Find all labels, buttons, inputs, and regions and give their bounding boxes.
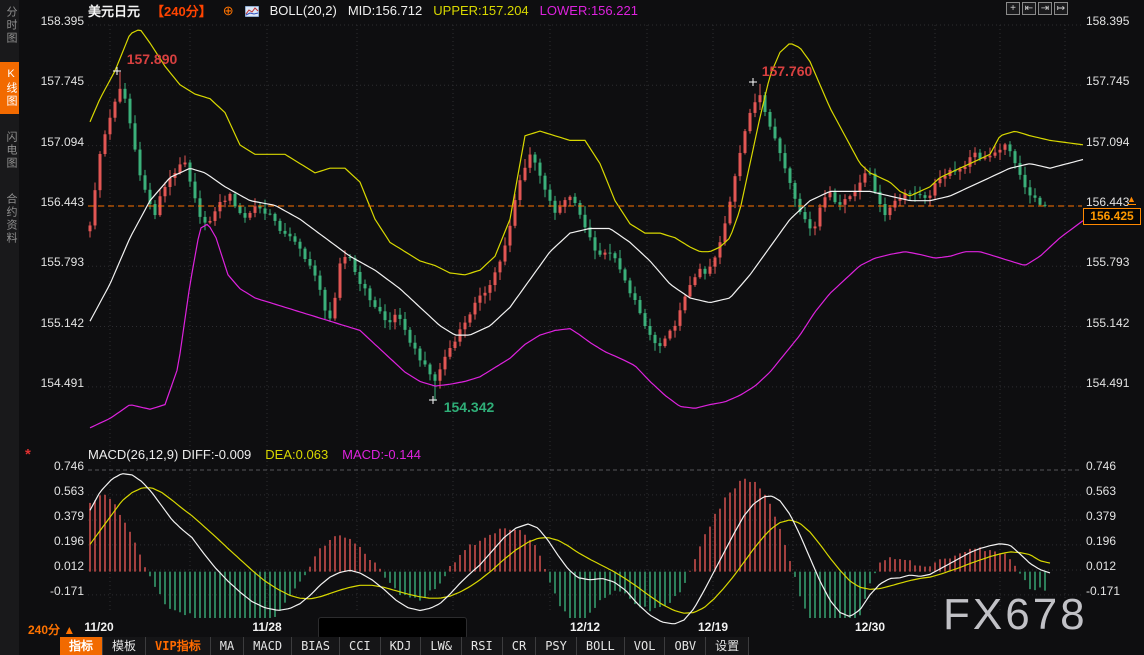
macd-y-label-left: 0.563 (24, 484, 84, 498)
macd-y-label-left: 0.012 (24, 559, 84, 573)
instrument-title: 美元日元 (88, 1, 140, 20)
main-y-label-right: 155.793 (1086, 255, 1144, 269)
main-y-label-right: 154.491 (1086, 376, 1144, 390)
period-label: 【240分】 (151, 1, 212, 20)
chevron-up-icon: ▲ (63, 623, 75, 637)
toolbar-tab-BIAS[interactable]: BIAS (292, 637, 340, 655)
x-axis-date-label: 12/30 (840, 620, 900, 634)
toolbar-tab-指标[interactable]: 指标 (60, 637, 103, 655)
toolbar-tab-MA[interactable]: MA (211, 637, 244, 655)
main-y-label-left: 155.142 (24, 316, 84, 330)
macd-flag-icon[interactable]: * (25, 448, 31, 462)
boll-upper-value: UPPER:157.204 (433, 3, 528, 18)
macd-y-label-right: 0.196 (1086, 534, 1144, 548)
main-y-label-left: 156.443 (24, 195, 84, 209)
toolbar-tab-VIP指标[interactable]: VIP指标 (146, 637, 211, 655)
sidebar-item-1[interactable]: K线图 (0, 62, 19, 114)
toolbar-tab-PSY[interactable]: PSY (536, 637, 577, 655)
boll-mid-value: MID:156.712 (348, 3, 422, 18)
chart-thumbnail-icon (245, 5, 259, 16)
main-y-label-right: 157.745 (1086, 74, 1144, 88)
toolbar-tab-MACD[interactable]: MACD (244, 637, 292, 655)
toolbar-tab-VOL[interactable]: VOL (625, 637, 666, 655)
toolbar-tab-BOLL[interactable]: BOLL (577, 637, 625, 655)
macd-dea-value: DEA:0.063 (265, 447, 328, 462)
main-y-label-right: 157.094 (1086, 135, 1144, 149)
x-axis-date-label: 12/19 (683, 620, 743, 634)
toolbar-tab-OBV[interactable]: OBV (665, 637, 706, 655)
toolbar-tab-CR[interactable]: CR (503, 637, 536, 655)
svg-text:154.342: 154.342 (444, 399, 495, 415)
toolbar-tab-CCI[interactable]: CCI (340, 637, 381, 655)
svg-text:157.890: 157.890 (127, 51, 178, 67)
price-alert-icon: ▲ (1127, 194, 1136, 205)
x-axis-scrollbar-thumb[interactable] (318, 617, 467, 639)
watermark: FX678 (943, 590, 1088, 640)
pan-all-icon[interactable]: + (1006, 2, 1020, 15)
boll-label: BOLL(20,2) (270, 3, 337, 18)
macd-y-label-right: -0.171 (1086, 584, 1144, 598)
main-y-label-left: 155.793 (24, 255, 84, 269)
macd-label-diff: MACD(26,12,9) DIFF:-0.009 (88, 447, 251, 462)
main-y-label-right: 158.395 (1086, 14, 1144, 28)
x-axis-date-label: 11/28 (237, 620, 297, 634)
toolbar-tab-LW&[interactable]: LW& (421, 637, 462, 655)
sidebar-item-3[interactable]: 合约资料 (0, 187, 19, 251)
period-selector[interactable]: 240分 ▲ (28, 621, 75, 638)
chart-canvas[interactable]: 157.890 157.760 154.342 (0, 0, 1144, 655)
toolbar-tab-RSI[interactable]: RSI (462, 637, 503, 655)
add-indicator-icon[interactable]: ⊕ (223, 3, 234, 19)
macd-y-label-right: 0.379 (1086, 509, 1144, 523)
indicator-toolbar: 指标模板VIP指标MAMACDBIASCCIKDJLW&RSICRPSYBOLL… (60, 637, 749, 655)
chart-type-sidebar: 分时图 K线图闪电图合约资料 (0, 0, 19, 655)
macd-y-label-right: 0.746 (1086, 459, 1144, 473)
trading-app-window: 157.890 157.760 154.342 分时图 K线图闪电图合约资料 美元日元… (0, 0, 1144, 655)
toolbar-tab-KDJ[interactable]: KDJ (381, 637, 422, 655)
shift-right-icon[interactable]: ↦ (1054, 2, 1068, 15)
macd-y-label-right: 0.012 (1086, 559, 1144, 573)
main-y-label-left: 158.395 (24, 14, 84, 28)
macd-y-label-left: 0.746 (24, 459, 84, 473)
sidebar-item-0[interactable]: 分时图 (0, 0, 19, 51)
scale-right-icon[interactable]: ⇥ (1038, 2, 1052, 15)
macd-indicator-header: MACD(26,12,9) DIFF:-0.009 DEA:0.063 MACD… (88, 447, 421, 462)
macd-y-label-left: 0.196 (24, 534, 84, 548)
main-y-label-left: 157.745 (24, 74, 84, 88)
macd-y-label-left: 0.379 (24, 509, 84, 523)
chart-window-controls: +⇤⇥↦ (1006, 2, 1068, 15)
macd-macd-value: MACD:-0.144 (342, 447, 421, 462)
main-chart-header: 美元日元 【240分】 ⊕ BOLL(20,2) MID:156.712 UPP… (88, 3, 638, 18)
scale-left-icon[interactable]: ⇤ (1022, 2, 1036, 15)
main-y-label-left: 157.094 (24, 135, 84, 149)
macd-y-label-right: 0.563 (1086, 484, 1144, 498)
x-axis-date-label: 11/20 (69, 620, 129, 634)
main-y-label-left: 154.491 (24, 376, 84, 390)
last-price-box: 156.425 (1083, 208, 1141, 225)
x-axis-date-label: 12/12 (555, 620, 615, 634)
boll-lower-value: LOWER:156.221 (540, 3, 638, 18)
macd-y-label-left: -0.171 (24, 584, 84, 598)
toolbar-tab-模板[interactable]: 模板 (103, 637, 146, 655)
main-y-label-right: 155.142 (1086, 316, 1144, 330)
svg-text:157.760: 157.760 (762, 63, 813, 79)
sidebar-item-2[interactable]: 闪电图 (0, 125, 19, 176)
toolbar-tab-设置[interactable]: 设置 (706, 637, 749, 655)
